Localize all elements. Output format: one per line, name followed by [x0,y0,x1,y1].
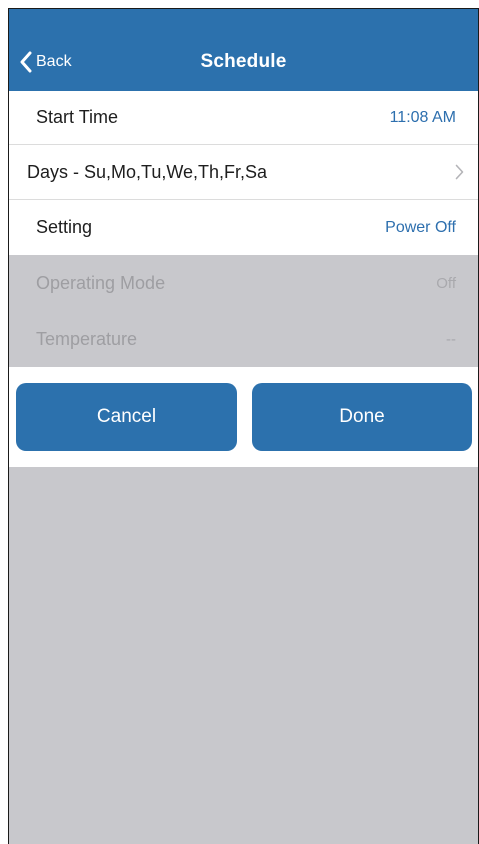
temperature-row: Temperature -- [9,311,478,367]
action-bar: Cancel Done [9,367,478,467]
start-time-row[interactable]: Start Time 11:08 AM [9,91,478,145]
operating-mode-row: Operating Mode Off [9,255,478,311]
setting-label: Setting [36,217,93,237]
page-title: Schedule [200,51,287,72]
navigation-bar: Back Schedule [9,9,478,91]
chevron-right-icon [455,145,464,199]
days-row[interactable]: Days - Su,Mo,Tu,We,Th,Fr,Sa [9,145,478,200]
app-screen: Back Schedule Start Time 11:08 AM Days -… [8,8,479,844]
setting-row[interactable]: Setting Power Off [9,200,478,255]
days-label: Days - Su,Mo,Tu,We,Th,Fr,Sa [27,161,268,182]
operating-mode-label: Operating Mode [36,272,166,293]
disabled-settings-section: Operating Mode Off Temperature -- [9,255,478,367]
page-title-wrap: Schedule [9,51,478,73]
cancel-button[interactable]: Cancel [16,383,237,451]
operating-mode-value: Off [436,274,456,292]
setting-value: Power Off [385,218,456,236]
start-time-label: Start Time [36,107,119,127]
done-button[interactable]: Done [252,383,472,451]
start-time-value: 11:08 AM [389,108,456,126]
temperature-value: -- [446,330,456,348]
temperature-label: Temperature [36,328,138,349]
